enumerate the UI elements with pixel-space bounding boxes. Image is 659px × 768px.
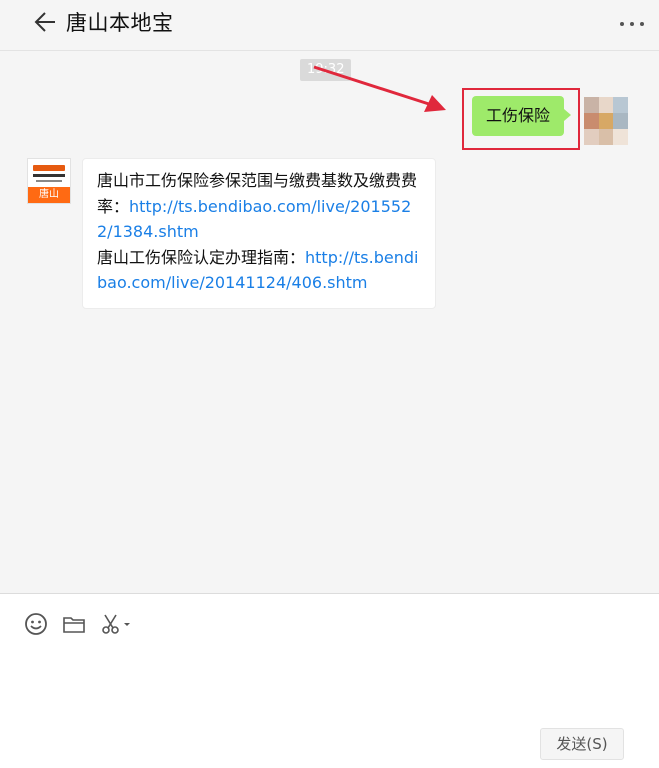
reply-link-1[interactable]: http://ts.bendibao.com/live/2015522/1384… <box>97 197 411 242</box>
back-arrow-icon[interactable] <box>32 9 58 35</box>
bot-avatar[interactable]: 唐山 <box>27 158 71 204</box>
more-icon[interactable] <box>616 14 648 34</box>
chat-header: 唐山本地宝 <box>0 0 659 51</box>
my-avatar[interactable] <box>584 97 628 145</box>
received-message-bubble: 唐山市工伤保险参保范围与缴费基数及缴费费率：http://ts.bendibao… <box>82 158 436 309</box>
composer[interactable]: 发送(S) <box>0 593 659 768</box>
annotation-arrow <box>313 65 446 112</box>
bendibao-logo-icon <box>33 165 65 182</box>
bot-avatar-caption: 唐山 <box>28 187 70 203</box>
message-list[interactable]: 19:32 工伤保险 唐山 唐山市工伤保险参保范围与缴费基数及缴费费率：http… <box>0 51 659 592</box>
reply-text-2: 唐山工伤保险认定办理指南： <box>97 247 306 267</box>
sent-message-bubble[interactable]: 工伤保险 <box>472 96 572 136</box>
chat-title: 唐山本地宝 <box>66 11 174 35</box>
folder-icon[interactable] <box>62 612 86 636</box>
send-button[interactable]: 发送(S) <box>540 728 624 760</box>
scissors-icon[interactable] <box>100 612 132 636</box>
emoji-icon[interactable] <box>24 612 48 636</box>
